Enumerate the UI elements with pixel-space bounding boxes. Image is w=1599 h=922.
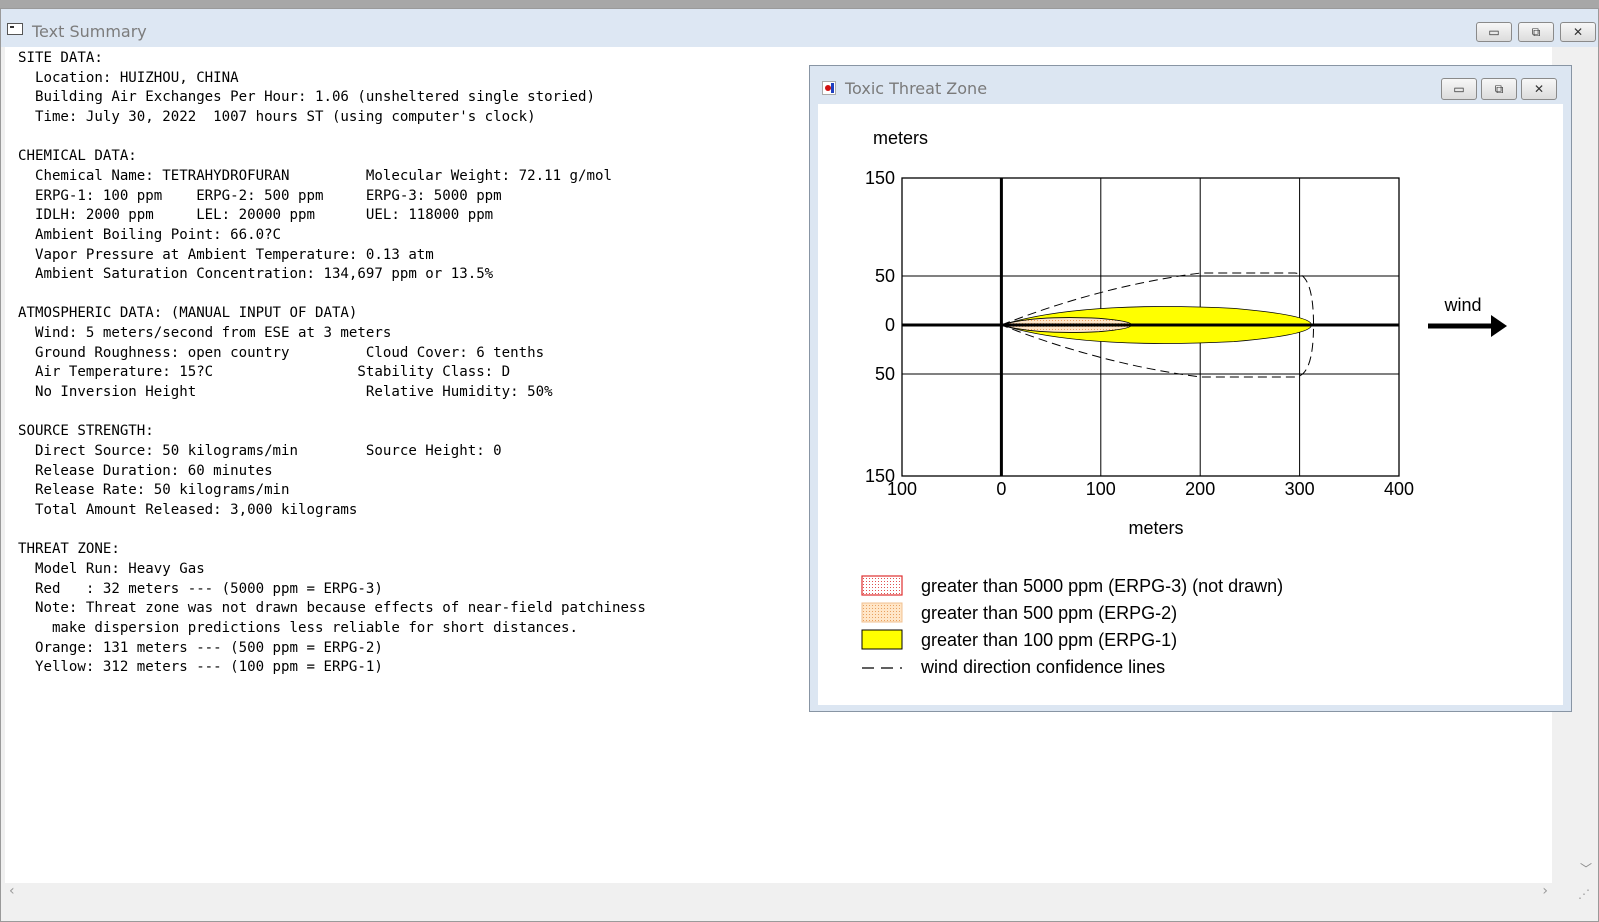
summary-line: IDLH: 2000 ppm LEL: 20000 ppm UEL: 11800…	[18, 207, 494, 224]
desktop-strip	[0, 0, 1599, 8]
title-bar[interactable]: Text Summary ▭ ⧉ ✕	[1, 9, 1598, 47]
threat-zone-chart: 100 0 100 200 300 40015050050150metersmetersw…	[861, 128, 1507, 677]
y-tick-label: 0	[885, 315, 895, 335]
legend-label: greater than 5000 ppm (ERPG-3) (not draw…	[921, 576, 1283, 596]
wind-label: wind	[1443, 295, 1481, 315]
summary-line: Air Temperature: 15?C Stability Class: D	[18, 364, 511, 381]
summary-line: Ambient Saturation Concentration: 134,69…	[18, 266, 494, 283]
threat-restore-button[interactable]: ⧉	[1481, 78, 1517, 100]
summary-line: Note: Threat zone was not drawn because …	[18, 600, 646, 617]
summary-line: Release Rate: 50 kilograms/min	[18, 482, 290, 499]
x-tick-label: 200	[1185, 479, 1215, 499]
toxic-threat-zone-window: Toxic Threat Zone ▭ ⧉ ✕ 100 0 100 200 300 400…	[809, 65, 1572, 712]
x-tick-label: 0	[996, 479, 1006, 499]
summary-line: Vapor Pressure at Ambient Temperature: 0…	[18, 246, 434, 263]
legend-swatch-erpg2	[861, 602, 903, 623]
summary-line: THREAT ZONE:	[18, 541, 120, 558]
summary-line: Time: July 30, 2022 1007 hours ST (using…	[18, 108, 536, 125]
y-tick-label: 150	[865, 466, 895, 486]
summary-line: Orange: 131 meters --- (500 ppm = ERPG-2…	[18, 639, 383, 656]
y-tick-label: 150	[865, 168, 895, 188]
legend-label: greater than 500 ppm (ERPG-2)	[921, 603, 1177, 623]
wind-arrow-icon	[1491, 315, 1507, 337]
x-tick-label: 100	[1086, 479, 1116, 499]
summary-line: CHEMICAL DATA:	[18, 148, 137, 165]
summary-line: make dispersion predictions less reliabl…	[18, 619, 579, 636]
summary-line: Direct Source: 50 kilograms/min Source H…	[18, 443, 502, 459]
vertical-scrollbar[interactable]: ﹀	[1576, 47, 1594, 885]
summary-line: Ground Roughness: open country Cloud Cov…	[18, 344, 545, 361]
x-tick-label: 400	[1384, 479, 1414, 499]
threat-zone-app-icon	[822, 81, 836, 95]
summary-line: ATMOSPHERIC DATA: (MANUAL INPUT OF DATA)	[18, 305, 358, 322]
legend-swatch-erpg1	[861, 629, 903, 650]
y-tick-label: 50	[875, 266, 895, 286]
summary-line: Chemical Name: TETRAHYDROFURAN Molecular…	[18, 167, 612, 184]
resize-grip-icon[interactable]: ⋰	[1578, 887, 1592, 901]
summary-line: SITE DATA:	[18, 50, 103, 66]
legend-swatch-erpg3	[861, 575, 903, 596]
chart-panel: 100 0 100 200 300 400 150 50 0 50 150 meters meters w…	[818, 104, 1563, 705]
legend-label: greater than 100 ppm (ERPG-1)	[921, 630, 1177, 650]
horizontal-scrollbar[interactable]: ‹ ›	[5, 883, 1552, 901]
scroll-left-icon[interactable]: ‹	[9, 883, 15, 899]
summary-line: Building Air Exchanges Per Hour: 1.06 (u…	[18, 89, 595, 106]
legend-label: wind direction confidence lines	[920, 657, 1165, 677]
summary-line: Location: HUIZHOU, CHINA	[18, 69, 239, 86]
y-axis-label: meters	[873, 128, 928, 148]
summary-line: Total Amount Released: 3,000 kilograms	[18, 501, 358, 518]
summary-line: No Inversion Height Relative Humidity: 5…	[18, 384, 553, 401]
minimize-button[interactable]: ▭	[1476, 22, 1512, 42]
summary-line: Model Run: Heavy Gas	[18, 560, 205, 577]
summary-line: Red : 32 meters --- (5000 ppm = ERPG-3)	[18, 580, 383, 597]
scroll-down-icon[interactable]: ﹀	[1580, 860, 1592, 877]
summary-line: SOURCE STRENGTH:	[18, 423, 154, 440]
x-tick-label: 300	[1285, 479, 1315, 499]
close-button[interactable]: ✕	[1560, 22, 1596, 42]
window-title: Text Summary	[32, 22, 147, 41]
summary-line: Yellow: 312 meters --- (100 ppm = ERPG-1…	[18, 659, 383, 676]
x-axis-label: meters	[1128, 518, 1183, 538]
threat-minimize-button[interactable]: ▭	[1441, 78, 1477, 100]
restore-button[interactable]: ⧉	[1518, 22, 1554, 42]
threat-close-button[interactable]: ✕	[1521, 78, 1557, 100]
window-app-icon	[7, 23, 23, 35]
threat-title-bar[interactable]: Toxic Threat Zone ▭ ⧉ ✕	[810, 66, 1571, 104]
summary-line: Wind: 5 meters/second from ESE at 3 mete…	[18, 325, 392, 342]
threat-window-title: Toxic Threat Zone	[845, 79, 988, 98]
scroll-right-icon[interactable]: ›	[1542, 883, 1548, 899]
summary-line: Ambient Boiling Point: 66.0?C	[18, 226, 282, 243]
y-tick-label: 50	[875, 364, 895, 384]
summary-line: Release Duration: 60 minutes	[18, 462, 273, 479]
summary-line: ERPG-1: 100 ppm ERPG-2: 500 ppm ERPG-3: …	[18, 187, 502, 204]
